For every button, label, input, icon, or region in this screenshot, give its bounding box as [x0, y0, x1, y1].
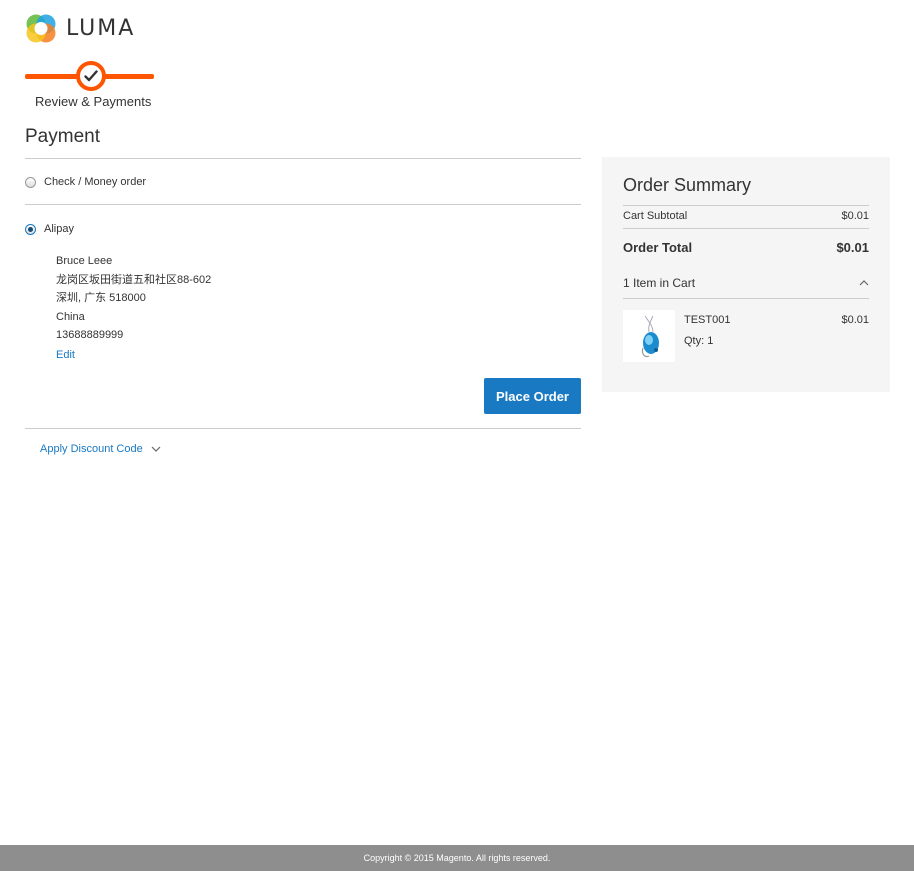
order-summary: Order Summary Cart Subtotal $0.01 Order … [602, 157, 890, 392]
billing-name: Bruce Leee [56, 255, 113, 267]
alipay-label[interactable]: Alipay [44, 223, 74, 235]
progress-step-review [76, 61, 106, 91]
payment-method-checkmo[interactable]: Check / Money order [25, 176, 146, 188]
items-in-cart-toggle[interactable]: 1 Item in Cart [623, 276, 869, 290]
checkmo-radio[interactable] [25, 176, 36, 188]
discount-divider [25, 428, 581, 429]
apply-discount-toggle[interactable]: Apply Discount Code [40, 443, 161, 455]
items-in-cart-label[interactable]: 1 Item in Cart [623, 276, 695, 290]
luma-logo[interactable]: LUMA [25, 12, 135, 44]
product-thumbnail [623, 310, 675, 362]
payment-title-divider [25, 158, 581, 159]
place-order-button[interactable]: Place Order [484, 378, 581, 414]
billing-country: China [56, 310, 85, 323]
order-total-row: Order Total $0.01 [623, 240, 869, 255]
cart-subtotal-row: Cart Subtotal $0.01 [623, 210, 869, 222]
billing-phone: 13688889999 [56, 329, 124, 341]
order-summary-title: Order Summary [623, 175, 752, 195]
payment-title: Payment [25, 126, 100, 147]
items-divider [623, 298, 869, 299]
checkmo-label[interactable]: Check / Money order [44, 176, 146, 188]
billing-street: 龙岗区坂田街道五和社区88-602 [56, 273, 212, 286]
pendant-image-icon [641, 315, 659, 358]
luma-logo-icon [26, 14, 56, 43]
product-qty: Qty: 1 [684, 335, 714, 347]
billing-address: Bruce Leee 龙岗区坂田街道五和社区88-602 深圳, 广东 5180… [56, 252, 211, 345]
payment-method-divider [25, 204, 581, 205]
product-name: TEST001 [684, 314, 731, 326]
payment-method-alipay[interactable]: Alipay [25, 223, 74, 235]
cart-subtotal-label: Cart Subtotal [623, 210, 688, 222]
chevron-down-icon [151, 446, 161, 452]
order-total-value: $0.01 [836, 240, 869, 255]
alipay-radio[interactable] [25, 223, 36, 235]
checkmark-icon [84, 70, 98, 82]
subtotal-divider [623, 228, 869, 229]
product-price: $0.01 [841, 314, 869, 326]
billing-city-region: 深圳, 广东 518000 [56, 292, 146, 304]
apply-discount-label[interactable]: Apply Discount Code [40, 443, 143, 455]
order-total-label: Order Total [623, 240, 693, 255]
page-footer: Copyright © 2015 Magento. All rights res… [0, 845, 914, 871]
summary-divider [623, 205, 869, 206]
chevron-up-icon[interactable] [859, 278, 869, 288]
cart-subtotal-value: $0.01 [841, 210, 869, 222]
brand-name: LUMA [66, 15, 136, 41]
copyright-text: Copyright © 2015 Magento. All rights res… [363, 853, 551, 863]
edit-address-link[interactable]: Edit [56, 349, 75, 361]
progress-step-label: Review & Payments [35, 94, 152, 109]
